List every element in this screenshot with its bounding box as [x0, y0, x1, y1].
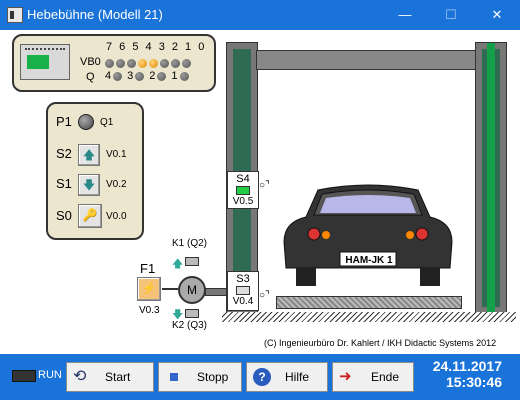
s0-label: S0 — [56, 208, 72, 223]
plc-icon — [20, 44, 70, 80]
s4-address: V0.5 — [232, 196, 254, 207]
s3-label: S3 — [236, 273, 250, 285]
s1-label: S1 — [56, 176, 72, 191]
vb0-led-row — [105, 56, 193, 70]
car-illustration — [283, 184, 453, 286]
s0-key-button[interactable]: 🔑 — [78, 204, 102, 228]
vb0-bit-led — [160, 59, 169, 69]
simulation-canvas: 7 6 5 4 3 2 1 0 VB0 Q 4 3 2 1 P1 Q1 S2 🡅 V0… — [0, 30, 520, 354]
vb0-bit-led — [138, 59, 147, 69]
app-icon — [7, 7, 23, 23]
datetime-display: 24.11.2017 15:30:46 — [428, 358, 502, 390]
f1-fuse-button[interactable]: ⚡ — [137, 277, 161, 301]
title-bar: Hebebühne (Modell 21) — ☐ ✕ — [0, 0, 520, 30]
help-icon: ? — [253, 368, 271, 386]
run-label: RUN — [38, 369, 62, 381]
lamp-icon — [78, 114, 94, 130]
f1-label: F1 — [140, 261, 156, 276]
vb0-bit-led — [171, 59, 180, 69]
s1-down-button[interactable]: 🡇 — [78, 174, 100, 196]
ground-hatching — [222, 312, 516, 322]
q-output-led — [179, 71, 189, 81]
window-title: Hebebühne (Modell 21) — [27, 7, 163, 22]
exit-button[interactable]: ➜ Ende — [332, 362, 414, 392]
s3-state-indicator — [236, 286, 250, 295]
vb0-label: VB0 — [80, 56, 101, 68]
right-lift-column — [475, 42, 507, 314]
sensor-s3: S3 V0.4 — [227, 271, 259, 311]
q-label: Q — [86, 71, 95, 83]
minimize-button[interactable]: — — [382, 0, 428, 30]
p1-label: P1 — [56, 114, 72, 129]
license-plate: HAM-JK 1 — [345, 255, 393, 266]
arrow-down-icon: 🡇 — [82, 178, 96, 192]
k1-arrow-up-icon: 🡅 — [172, 258, 184, 270]
exit-icon: ➜ — [339, 368, 352, 385]
vb0-bit-led — [116, 59, 125, 69]
q-output-number: 3 — [127, 70, 134, 82]
vb0-bit-led — [127, 59, 136, 69]
k1-relay-indicator — [185, 257, 199, 266]
maximize-button[interactable]: ☐ — [428, 0, 474, 30]
lift-crossbeam — [256, 50, 478, 70]
s4-switch-symbol: ○⌝ — [259, 180, 270, 191]
s2-address: V0.1 — [106, 149, 127, 160]
q-output-number: 1 — [171, 70, 178, 82]
q-output-number: 2 — [149, 70, 156, 82]
s1-address: V0.2 — [106, 179, 127, 190]
loop-icon: ⟲ — [73, 368, 87, 385]
k2-label: K2 (Q3) — [172, 320, 208, 331]
status-bar: RUN ⟲ Start Stopp ? Hilfe ➜ Ende 24.11.2… — [0, 354, 520, 400]
s2-label: S2 — [56, 146, 72, 161]
motor-icon: M — [178, 276, 206, 304]
k2-relay-indicator — [185, 309, 199, 318]
vb0-bit-led — [149, 59, 158, 69]
s4-label: S4 — [236, 173, 250, 185]
s0-address: V0.0 — [106, 211, 127, 222]
date-label: 24.11.2017 — [432, 358, 502, 374]
s2-up-button[interactable]: 🡅 — [78, 144, 100, 166]
stop-button[interactable]: Stopp — [158, 362, 242, 392]
vb0-bit-led — [105, 59, 114, 69]
q-output-number: 4 — [105, 70, 112, 82]
copyright-text: (C) Ingenieurbüro Dr. Kahlert / IKH Dida… — [264, 338, 497, 348]
q-output-led — [157, 71, 167, 81]
help-button[interactable]: ? Hilfe — [246, 362, 328, 392]
plc-status-panel: 7 6 5 4 3 2 1 0 VB0 Q 4 3 2 1 — [12, 34, 216, 92]
stop-icon — [165, 368, 183, 386]
sensor-s4: S4 V0.5 — [227, 171, 259, 209]
control-panel: P1 Q1 S2 🡅 V0.1 S1 🡇 V0.2 S0 🔑 V0.0 — [46, 102, 144, 240]
key-icon: 🔑 — [82, 208, 98, 222]
f1-address: V0.3 — [139, 305, 160, 316]
lightning-icon: ⚡ — [141, 281, 157, 295]
q-output-led — [113, 71, 123, 81]
bit-header: 7 6 5 4 3 2 1 0 — [106, 41, 207, 53]
p1-address: Q1 — [100, 117, 114, 128]
close-button[interactable]: ✕ — [474, 0, 520, 30]
time-label: 15:30:46 — [445, 374, 502, 390]
k1-label: K1 (Q2) — [172, 238, 208, 249]
s3-switch-symbol: ○⌝ — [259, 290, 270, 301]
start-button[interactable]: ⟲ Start — [66, 362, 154, 392]
q-output-led — [135, 71, 145, 81]
s3-address: V0.4 — [232, 296, 254, 307]
lift-platform — [276, 296, 462, 309]
connector-line — [162, 288, 178, 290]
run-indicator — [12, 370, 36, 382]
vb0-bit-led — [182, 59, 191, 69]
arrow-up-icon: 🡅 — [82, 148, 96, 162]
s4-state-indicator — [236, 186, 250, 195]
q-led-row: 4 3 2 1 — [105, 70, 194, 82]
